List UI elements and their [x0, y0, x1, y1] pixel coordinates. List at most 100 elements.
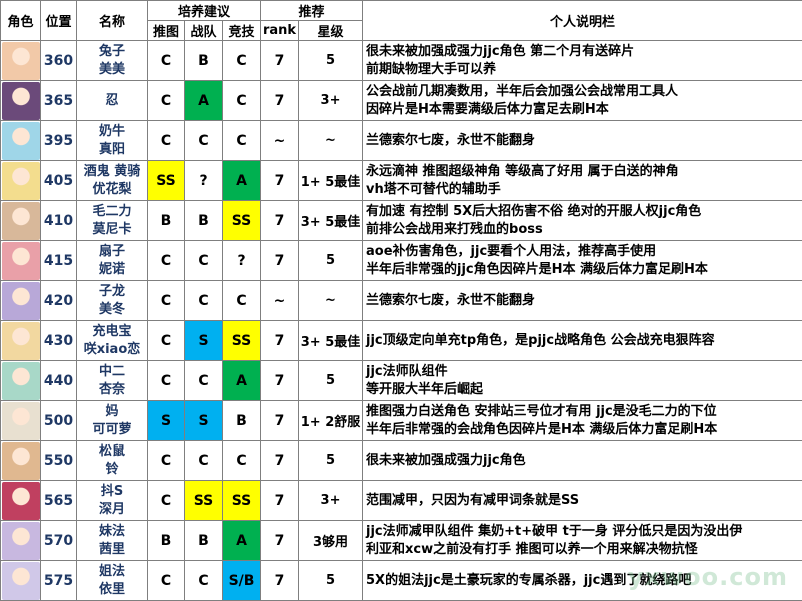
- name-line-1: 松鼠: [98, 443, 125, 459]
- note-cell: 兰德索尔七废，永世不能翻身: [362, 120, 802, 161]
- star-value: ~: [297, 120, 364, 161]
- name-line-2: 妮诺: [98, 261, 125, 277]
- name-line-1: 忍: [105, 92, 119, 108]
- grade-zhandui: S: [184, 320, 223, 361]
- position-value: 500: [40, 400, 77, 441]
- character-name: 抖S 深月: [76, 480, 148, 521]
- name-line-1: 扇子: [98, 243, 125, 259]
- avatar-cell: [0, 360, 41, 401]
- character-name: 中二 杏奈: [76, 360, 148, 401]
- grade-tuitu: C: [147, 320, 185, 361]
- character-name: 毛二力 莫尼卡: [76, 200, 148, 241]
- name-line-1: 中二: [98, 363, 125, 379]
- avatar-battery-girl: [1, 321, 40, 360]
- grade-zhandui: SS: [184, 480, 223, 521]
- rank-value: ~: [260, 120, 299, 161]
- rank-value: 7: [260, 80, 299, 121]
- avatar-cow-girl: [1, 121, 40, 160]
- avatar-fan-girl: [1, 241, 40, 280]
- grade-jingji: ?: [222, 240, 261, 281]
- name-line-1: 毛二力: [92, 203, 132, 219]
- grade-jingji: A: [222, 160, 261, 201]
- character-name: 姐法 依里: [76, 560, 148, 601]
- avatar-cell: [0, 160, 41, 201]
- avatar-cell: [0, 480, 41, 521]
- note-cell: jjc法师减甲队组件 集奶+t+破甲 t于一身 评分低只是因为没出伊 利亚和xcw…: [362, 520, 802, 561]
- table-row: 565 抖S 深月 C SS SS 7 3+ 范围减甲，只因为有减甲词条就是SS: [0, 480, 802, 521]
- avatar-blonde-girl: [1, 161, 40, 200]
- name-line-2: 优花梨: [92, 181, 132, 197]
- grade-jingji: B: [222, 400, 261, 441]
- grade-jingji: C: [222, 120, 261, 161]
- position-value: 405: [40, 160, 77, 201]
- star-value: 5: [297, 440, 364, 481]
- header-rank: rank: [260, 20, 299, 41]
- avatar-mom-girl: [1, 401, 40, 440]
- grade-tuitu: C: [147, 280, 185, 321]
- grade-tuitu: C: [147, 480, 185, 521]
- name-line-1: 妈: [105, 403, 119, 419]
- rank-value: 7: [260, 440, 299, 481]
- star-value: 5: [297, 360, 364, 401]
- note-line-1: 兰德索尔七废，永世不能翻身: [366, 132, 536, 148]
- rank-value: 7: [260, 40, 299, 81]
- character-name: 充电宝 咲xiao恋: [76, 320, 148, 361]
- name-line-2: 真阳: [98, 141, 125, 157]
- name-line-2: 茜里: [98, 541, 125, 557]
- avatar-ninja-girl: [1, 81, 40, 120]
- note-line-2: 半年后非常强的jjc角色因碎片是H本 满级后体力富足刷H本: [366, 261, 708, 277]
- grade-zhandui: C: [184, 560, 223, 601]
- position-value: 360: [40, 40, 77, 81]
- character-name: 忍: [76, 80, 148, 121]
- note-line-2: 等开服大半年后崛起: [366, 381, 484, 397]
- position-value: 395: [40, 120, 77, 161]
- note-cell: 很未来被加强成强力jjc角色: [362, 440, 802, 481]
- header-row-1: 角色 位置 名称 培养建议 推荐 个人说明栏: [0, 0, 802, 41]
- star-value: 3+: [297, 480, 364, 521]
- header-position: 位置: [40, 0, 77, 41]
- table-row: 500 妈可可萝 S S B 7 1+ 2舒服 推图强力白送角色 安排站三号位才有用 jjc是…: [0, 400, 802, 441]
- name-line-2: 深月: [98, 501, 125, 517]
- star-value: 5: [297, 240, 364, 281]
- table-row: 360 兔子 美美 C B C 7 5 很未来被加强成强力jjc角色 第二个月有送碎片 前期缺物理…: [0, 40, 802, 81]
- grade-zhandui: B: [184, 520, 223, 561]
- avatar-cell: [0, 120, 41, 161]
- note-line-2: 前期缺物理大手可以养: [366, 61, 497, 77]
- grade-zhandui: C: [184, 360, 223, 401]
- grade-zhandui: C: [184, 240, 223, 281]
- name-line-1: 姐法: [98, 563, 125, 579]
- name-line-2: 依里: [98, 581, 125, 597]
- avatar-sister-girl: [1, 521, 40, 560]
- name-line-1: 子龙: [98, 283, 125, 299]
- header-jingji: 竞技: [222, 20, 261, 41]
- grade-tuitu: S: [147, 400, 185, 441]
- rank-value: ~: [260, 280, 299, 321]
- grade-zhandui: C: [184, 440, 223, 481]
- note-line-1: jjc法师减甲队组件 集奶+t+破甲 t于一身 评分低只是因为没出伊: [366, 523, 743, 539]
- grade-tuitu: B: [147, 200, 185, 241]
- star-value: 5: [297, 40, 364, 81]
- note-cell: 永远滴神 推图超级神角 等级高了好用 属于白送的神角 vh塔不可替代的辅助手: [362, 160, 802, 201]
- grade-zhandui: A: [184, 80, 223, 121]
- name-line-1: 奶牛: [98, 123, 125, 139]
- avatar-elder-sister-girl: [1, 561, 40, 600]
- table-body: 360 兔子 美美 C B C 7 5 很未来被加强成强力jjc角色 第二个月有送碎片 前期缺物理…: [0, 40, 802, 601]
- star-value: 3+ 5最佳: [297, 200, 364, 241]
- avatar-cell: [0, 200, 41, 241]
- note-line-1: 范围减甲，只因为有减甲词条就是SS: [366, 492, 580, 508]
- avatar-rabbit-girl: [1, 41, 40, 80]
- name-line-2: 杏奈: [98, 381, 125, 397]
- avatar-cell: [0, 560, 41, 601]
- table-row: 405 酒鬼 黄骑 优花梨 SS? A 7 1+ 5最佳 永远滴神 推图超级神角 等级高了好用…: [0, 160, 802, 201]
- grade-tuitu: C: [147, 80, 185, 121]
- table-row: 430 充电宝 咲xiao恋 C S SS 7 3+ 5最佳 jjc顶级定向单充tp角色，是pj…: [0, 320, 802, 361]
- grade-tuitu: C: [147, 240, 185, 281]
- avatar-cell: [0, 440, 41, 481]
- grade-jingji: C: [222, 80, 261, 121]
- character-name: 妹法 茜里: [76, 520, 148, 561]
- grade-zhandui: C: [184, 280, 223, 321]
- header-recommend: 推荐: [259, 0, 364, 21]
- position-value: 440: [40, 360, 77, 401]
- note-line-1: aoe补伤害角色，jjc要看个人用法，推荐高手使用: [366, 243, 657, 259]
- grade-tuitu: C: [147, 120, 185, 161]
